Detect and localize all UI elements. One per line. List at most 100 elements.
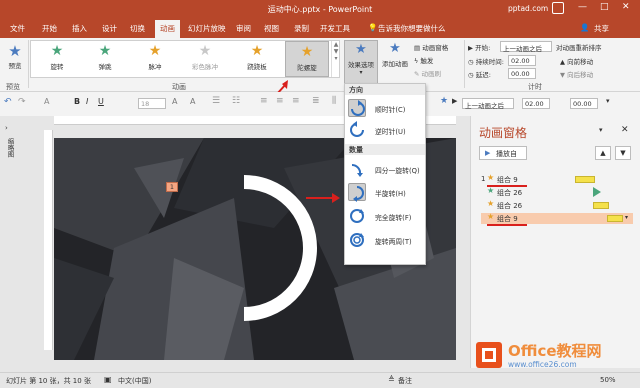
tab-slideshow[interactable]: 幻灯片放映 xyxy=(188,23,226,34)
italic-icon[interactable]: I xyxy=(86,97,88,106)
star-icon[interactable]: ★ xyxy=(440,96,448,106)
minimize-button[interactable]: — xyxy=(578,2,587,12)
font-shrink-icon[interactable]: A xyxy=(190,97,195,106)
tab-insert[interactable]: 插入 xyxy=(72,23,87,34)
reorder-title: 对动画重新排序 xyxy=(556,44,602,52)
delay-input[interactable]: 00.00 xyxy=(508,68,536,79)
expand-icon[interactable]: › xyxy=(5,124,8,132)
animation-order-tag[interactable]: 1 xyxy=(166,182,178,192)
close-icon[interactable]: ✕ xyxy=(621,125,629,135)
pane-options-icon[interactable]: ▾ xyxy=(599,126,603,134)
move-later-button[interactable]: ▼ 向后移动 xyxy=(560,69,593,79)
anim-teeter[interactable]: ★ 跷跷板 xyxy=(235,41,279,77)
tell-me-box[interactable]: 告诉我你想要做什么 xyxy=(378,23,446,34)
menu-item-full-spin[interactable]: 完全旋转(F) xyxy=(345,206,425,226)
start-select-quick[interactable]: 上一动画之后 xyxy=(462,98,514,110)
animation-item[interactable]: ★ 组合 26 xyxy=(481,186,633,198)
item-dropdown-icon[interactable]: ▾ xyxy=(625,214,628,221)
columns-icon[interactable]: ⫼ xyxy=(332,96,336,106)
undo-icon[interactable]: ↶ xyxy=(4,97,12,107)
maximize-button[interactable]: □ xyxy=(600,2,609,12)
add-animation-button[interactable]: ★ 添加动画 xyxy=(380,40,410,68)
trigger-button[interactable]: ϟ 触发 xyxy=(414,55,433,65)
tab-file[interactable]: 文件 xyxy=(10,23,25,34)
align-right-icon[interactable]: ≡ xyxy=(292,96,300,106)
item-name: 组合 26 xyxy=(497,189,523,197)
bold-icon[interactable]: B xyxy=(74,97,80,106)
font-color-icon[interactable]: A xyxy=(44,97,49,106)
tab-developer[interactable]: 开发工具 xyxy=(320,23,350,34)
anim-spin[interactable]: ★ 旋转 xyxy=(35,41,79,77)
entrance-star-icon: ★ xyxy=(487,186,495,195)
duration-input[interactable]: 02.00 xyxy=(508,55,536,66)
language-label[interactable]: 中文(中国) xyxy=(118,376,151,386)
tab-home[interactable]: 开始 xyxy=(42,23,57,34)
tab-view[interactable]: 视图 xyxy=(264,23,279,34)
notes-icon[interactable]: ≜ xyxy=(388,375,395,384)
move-down-button[interactable]: ▼ xyxy=(615,146,631,160)
menu-item-label: 旋转两周(T) xyxy=(375,238,412,246)
toolbar-more-icon[interactable]: ▾ xyxy=(606,97,610,105)
thumbnail-label: 缩略图 xyxy=(6,138,14,158)
delay-input-quick[interactable]: 00.00 xyxy=(570,98,598,109)
menu-item-clockwise[interactable]: 顺时针(C) xyxy=(345,98,425,118)
align-center-icon[interactable]: ≡ xyxy=(276,96,284,106)
spellcheck-icon[interactable]: ▣ xyxy=(104,375,112,384)
anim-bounce[interactable]: ★ 弹跳 xyxy=(83,41,127,77)
animation-item[interactable]: 1 ★ 组合 9 xyxy=(481,173,633,185)
numbering-icon[interactable]: ☷ xyxy=(232,96,240,106)
share-button[interactable]: 共享 xyxy=(594,23,609,34)
clock-icon: ◷ xyxy=(468,71,476,79)
anim-spinner[interactable]: ★ 陀螺旋 xyxy=(285,41,329,77)
close-button[interactable]: ✕ xyxy=(622,2,630,12)
tab-review[interactable]: 审阅 xyxy=(236,23,251,34)
star-icon: ★ xyxy=(50,43,64,59)
star-icon: ★ xyxy=(300,44,314,60)
align-left-icon[interactable]: ≡ xyxy=(260,96,268,106)
redo-icon[interactable]: ↷ xyxy=(18,97,26,107)
anim-label: 脉冲 xyxy=(148,63,162,71)
font-grow-icon[interactable]: A xyxy=(172,97,177,106)
animation-item[interactable]: ★ 组合 26 xyxy=(481,199,633,211)
notes-button[interactable]: 备注 xyxy=(398,376,412,386)
amount-header: 数量 xyxy=(345,144,425,155)
start-select[interactable]: 上一动画之后 xyxy=(500,41,552,53)
start-text: 开始: xyxy=(475,44,491,52)
half-spin-icon xyxy=(348,183,366,202)
move-up-button[interactable]: ▲ xyxy=(595,146,611,160)
bullets-icon[interactable]: ☰ xyxy=(212,96,220,106)
star-icon: ★ xyxy=(198,43,212,59)
thumbnail-pane-collapsed[interactable]: › 缩略图 xyxy=(0,116,18,368)
play-from-button[interactable]: ▶ 播放自 xyxy=(479,146,527,160)
anim-color-pulse[interactable]: ★ 彩色脉冲 xyxy=(183,41,227,77)
delay-label: ◷ 延迟: xyxy=(468,69,491,79)
animation-painter-button[interactable]: ✎ 动画刷 xyxy=(414,68,441,78)
animation-item-selected[interactable]: ★ 组合 9 ▾ xyxy=(481,212,633,224)
menu-item-half-spin[interactable]: 半旋转(H) xyxy=(345,182,425,202)
tab-record[interactable]: 录制 xyxy=(294,23,309,34)
effect-options-button[interactable]: ★ 效果选项 ▾ xyxy=(344,40,378,84)
justify-icon[interactable]: ≣ xyxy=(312,96,320,106)
emphasis-star-icon: ★ xyxy=(487,173,495,182)
star-icon: ★ xyxy=(8,42,22,60)
gallery-scroll[interactable]: ▲ ▼ ▾ xyxy=(331,41,340,77)
anim-label: 彩色脉冲 xyxy=(192,63,218,71)
brush-icon: ✎ xyxy=(414,70,422,78)
font-size-select[interactable]: 18 xyxy=(138,98,166,109)
tab-animations[interactable]: 动画 xyxy=(155,20,180,38)
anim-pulse[interactable]: ★ 脉冲 xyxy=(133,41,177,77)
tab-transitions[interactable]: 切换 xyxy=(130,23,145,34)
tab-design[interactable]: 设计 xyxy=(102,23,117,34)
move-earlier-button[interactable]: ▲ 向前移动 xyxy=(560,56,593,66)
menu-item-two-spins[interactable]: 旋转两周(T) xyxy=(345,230,425,250)
underline-icon[interactable]: U xyxy=(98,97,104,106)
account-icon[interactable] xyxy=(552,2,564,14)
duration-input-quick[interactable]: 02.00 xyxy=(522,98,550,109)
duration-text: 持续时间: xyxy=(475,58,504,66)
menu-item-quarter-spin[interactable]: 四分一旋转(Q) xyxy=(345,159,425,179)
timeline-bar xyxy=(607,215,623,222)
clockwise-icon xyxy=(348,99,366,117)
menu-item-counterclockwise[interactable]: 逆时针(U) xyxy=(345,120,425,140)
animation-pane-button[interactable]: ▤ 动画窗格 xyxy=(414,42,448,52)
preview-button[interactable]: ★ 预览 xyxy=(4,42,26,70)
